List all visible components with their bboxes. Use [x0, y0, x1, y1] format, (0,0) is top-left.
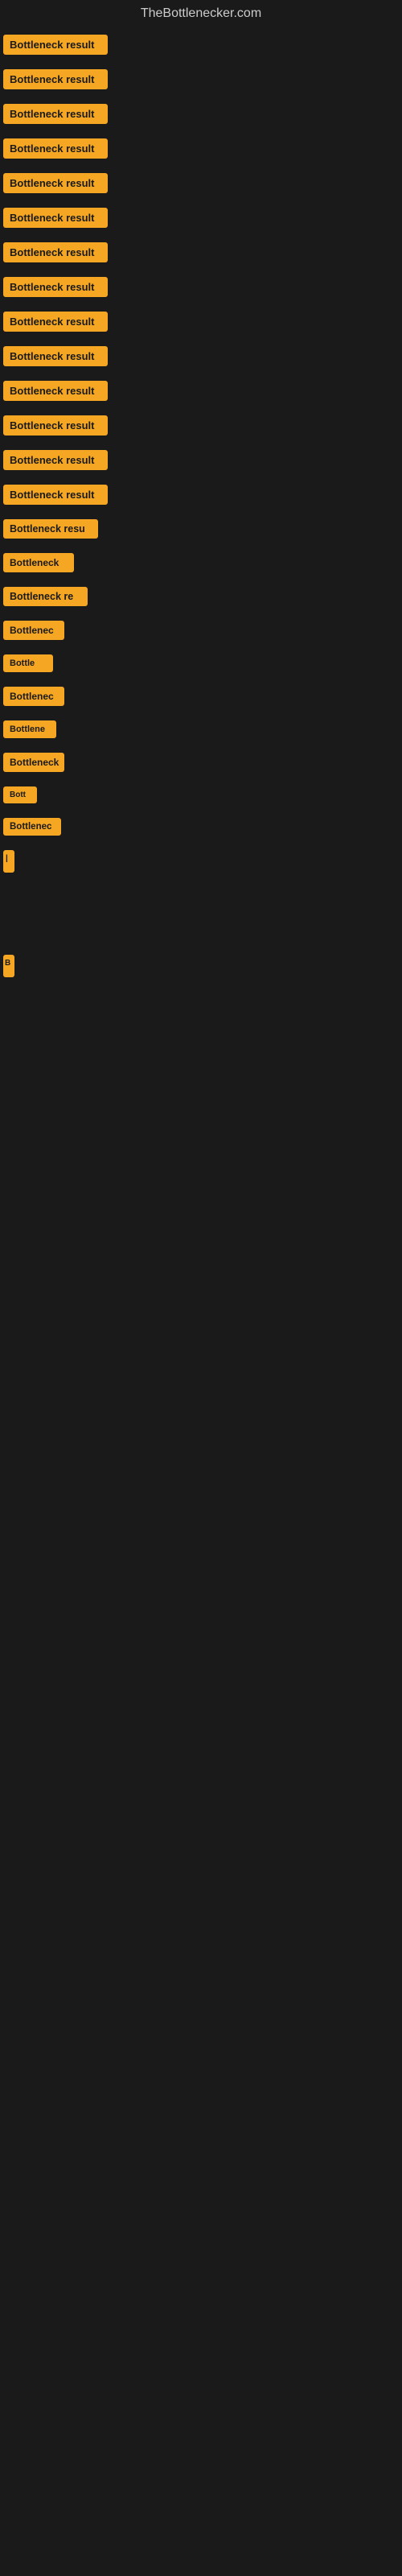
bottleneck-badge[interactable]: Bottleneck result	[3, 138, 108, 159]
list-item	[3, 1014, 402, 1022]
bottleneck-badge[interactable]: Bottleneck result	[3, 69, 108, 89]
bottleneck-badge[interactable]: Bottleneck result	[3, 346, 108, 366]
bottleneck-badge[interactable]: Bottlenec	[3, 687, 64, 706]
bottleneck-badge[interactable]: Bottlene	[3, 720, 56, 738]
list-item: B	[3, 955, 402, 977]
list-item	[3, 910, 402, 918]
list-item: Bottleneck result	[3, 35, 402, 55]
list-item: Bottleneck	[3, 753, 402, 772]
list-item	[3, 1104, 402, 1113]
bottleneck-badge[interactable]: Bottle	[3, 654, 53, 672]
list-item: Bottlene	[3, 720, 402, 738]
list-item	[3, 992, 402, 1000]
list-item: Bottlenec	[3, 621, 402, 640]
list-item: Bottleneck result	[3, 173, 402, 193]
bottleneck-badge[interactable]: Bottleneck result	[3, 450, 108, 470]
list-item: Bottleneck result	[3, 138, 402, 159]
list-item: Bott	[3, 786, 402, 803]
bottleneck-badge[interactable]: Bottleneck result	[3, 415, 108, 436]
list-item: Bottleneck result	[3, 104, 402, 124]
bottleneck-list: Bottleneck result Bottleneck result Bottle…	[0, 31, 402, 1113]
list-item	[3, 1037, 402, 1045]
list-item	[3, 1059, 402, 1067]
bottleneck-badge[interactable]: Bottlenec	[3, 621, 64, 640]
bottleneck-badge[interactable]: Bottleneck	[3, 553, 74, 572]
list-item: Bottleneck result	[3, 450, 402, 470]
list-item: Bottleneck result	[3, 69, 402, 89]
list-item: Bottleneck result	[3, 312, 402, 332]
bottleneck-badge[interactable]: B	[3, 955, 14, 977]
list-item: Bottleneck result	[3, 415, 402, 436]
bottleneck-badge[interactable]: Bott	[3, 786, 37, 803]
list-item: Bottleneck	[3, 553, 402, 572]
bottleneck-badge[interactable]: Bottlenec	[3, 818, 61, 836]
list-item: |	[3, 850, 402, 873]
bottleneck-badge[interactable]: Bottleneck result	[3, 242, 108, 262]
bottleneck-badge[interactable]: Bottleneck result	[3, 277, 108, 297]
list-item: Bottle	[3, 654, 402, 672]
list-item: Bottlenec	[3, 687, 402, 706]
bottleneck-badge[interactable]: Bottleneck re	[3, 587, 88, 606]
list-item: Bottleneck result	[3, 277, 402, 297]
bottleneck-badge[interactable]: Bottleneck	[3, 753, 64, 772]
list-item	[3, 1082, 402, 1090]
list-item: Bottleneck re	[3, 587, 402, 606]
list-item: Bottleneck result	[3, 381, 402, 401]
bottleneck-badge[interactable]: Bottleneck result	[3, 104, 108, 124]
bottleneck-badge[interactable]: Bottleneck result	[3, 485, 108, 505]
bottleneck-badge[interactable]: |	[3, 850, 14, 873]
bottleneck-badge[interactable]: Bottleneck result	[3, 312, 108, 332]
bottleneck-badge[interactable]: Bottleneck result	[3, 173, 108, 193]
list-item: Bottleneck result	[3, 208, 402, 228]
list-item: Bottleneck result	[3, 346, 402, 366]
bottleneck-badge[interactable]: Bottleneck result	[3, 208, 108, 228]
bottleneck-badge[interactable]: Bottleneck result	[3, 381, 108, 401]
bottleneck-badge[interactable]: Bottleneck result	[3, 35, 108, 55]
list-item	[3, 887, 402, 895]
list-item	[3, 932, 402, 940]
list-item: Bottleneck resu	[3, 519, 402, 539]
site-title: TheBottlenecker.com	[0, 0, 402, 31]
list-item: Bottleneck result	[3, 485, 402, 505]
list-item: Bottlenec	[3, 818, 402, 836]
list-item: Bottleneck result	[3, 242, 402, 262]
bottleneck-badge[interactable]: Bottleneck resu	[3, 519, 98, 539]
